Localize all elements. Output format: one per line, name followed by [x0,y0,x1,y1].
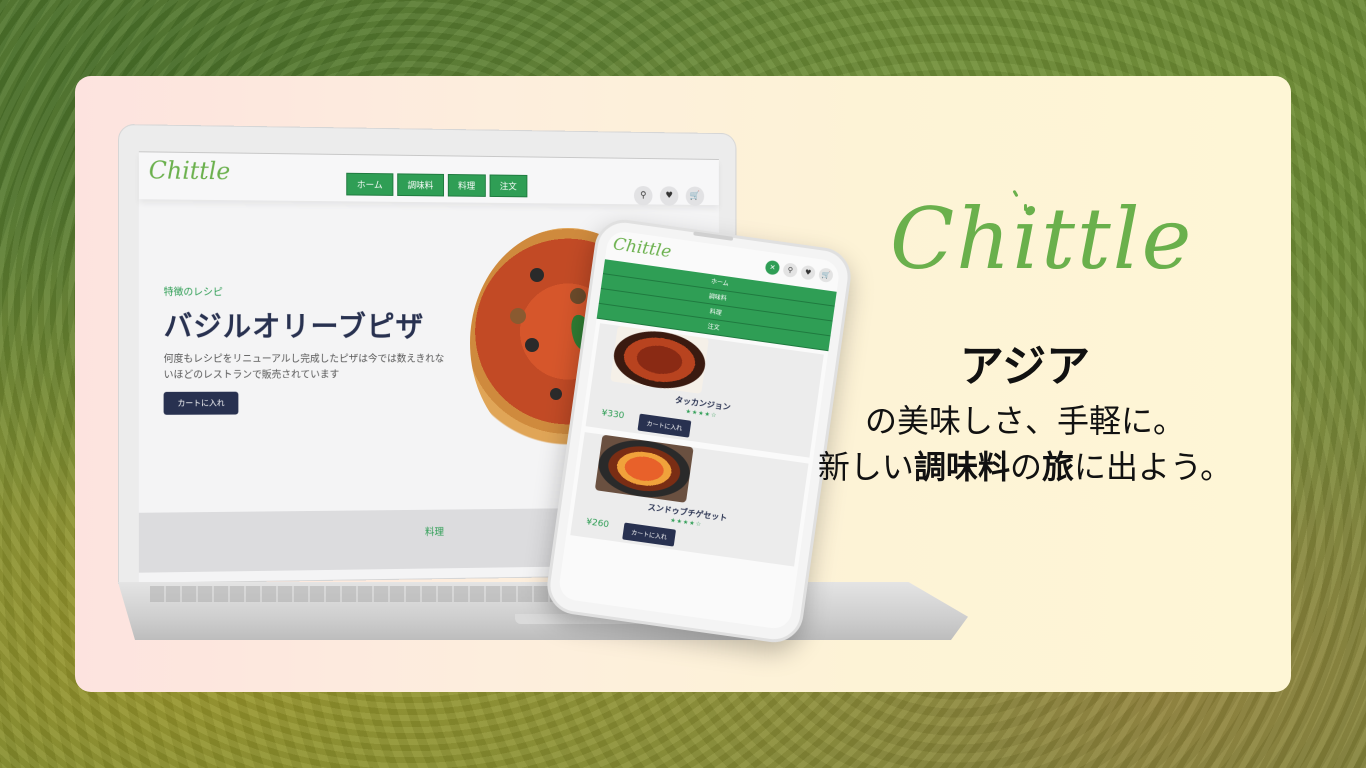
site-header: Chittle ホーム 調味料 料理 注文 ⚲ ♥ 🛒 [138,151,719,206]
mobile-header-icons: ✕ ⚲ ♥ 🛒 [764,259,834,284]
product-price: ¥260 [585,517,610,531]
nav-item-dishes[interactable]: 料理 [447,173,486,197]
nav-item-home[interactable]: ホーム [346,172,394,196]
nav-item-seasonings[interactable]: 調味料 [396,173,444,197]
add-to-cart-button[interactable]: カートに入れ [622,522,677,547]
heart-icon[interactable]: ♥ [659,186,679,206]
tagline-headline: アジア [959,341,1091,392]
search-icon[interactable]: ⚲ [782,262,799,279]
brand-logo: Chittle [890,190,1194,288]
product-image [610,325,709,394]
product-price: ¥330 [600,408,625,422]
heart-icon[interactable]: ♥ [800,264,817,281]
site-logo[interactable]: Chittle [149,156,230,185]
mobile-logo[interactable]: Chittle [612,234,673,262]
tagline-line-2: 新しい調味料の旅に出よう。 [817,448,1233,486]
add-to-cart-button[interactable]: カートに入れ [637,413,692,438]
search-icon[interactable]: ⚲ [633,185,653,206]
cart-icon[interactable]: 🛒 [685,186,705,206]
hero-title: バジルオリーブピザ [163,309,425,344]
hero-kicker: 特徴のレシピ [163,287,223,299]
site-nav: ホーム 調味料 料理 注文 [346,172,528,198]
tagline: アジア の美味しさ、手軽に。 新しい調味料の旅に出よう。 [790,338,1260,490]
header-icons: ⚲ ♥ 🛒 [633,185,705,206]
nav-item-order[interactable]: 注文 [489,174,528,198]
hero-description: 何度もレシピをリニューアルし完成したピザは今では数えきれないほどのレストランで販… [163,354,445,381]
close-icon[interactable]: ✕ [764,259,781,276]
product-image [594,434,694,503]
tagline-line-1: の美味しさ、手軽に。 [864,402,1185,440]
add-to-cart-button[interactable]: カートに入れ [163,391,239,415]
cart-icon[interactable]: 🛒 [818,267,834,284]
